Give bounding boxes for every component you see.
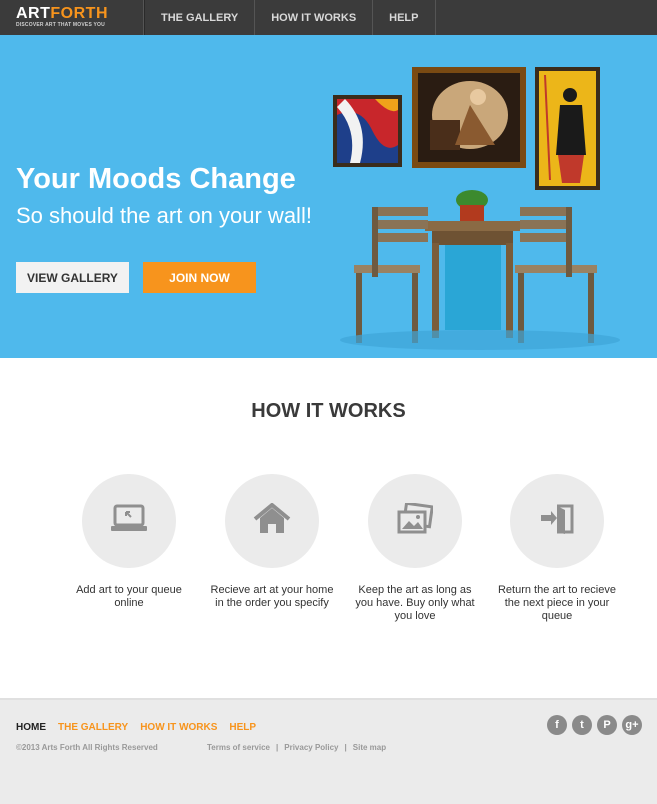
artwork-abstract-frame	[333, 95, 402, 167]
hero-banner: Your Moods Change So should the art on y…	[0, 35, 657, 358]
step-description: Return the art to recieve the next piece…	[497, 584, 616, 622]
artwork-figure-frame	[535, 67, 600, 190]
footer-link-home[interactable]: HOME	[16, 722, 46, 733]
home-icon	[253, 501, 291, 540]
plant-pot	[456, 190, 488, 221]
hero-scene-illustration	[333, 67, 620, 350]
nav-item-how-it-works[interactable]: HOW IT WORKS	[255, 0, 374, 35]
logo-tagline: DISCOVER ART THAT MOVES YOU	[16, 22, 105, 28]
footer-link-help[interactable]: HELP	[229, 722, 256, 733]
wooden-table	[425, 221, 520, 338]
hero-subtitle: So should the art on your wall!	[16, 203, 312, 228]
step-icon-circle	[368, 474, 462, 568]
google-plus-icon[interactable]: g+	[622, 715, 642, 735]
join-now-button[interactable]: JOIN NOW	[143, 262, 256, 293]
nav-item-help[interactable]: HELP	[373, 0, 436, 35]
footer-link-the-gallery[interactable]: THE GALLERY	[58, 722, 128, 733]
terms-of-service-link[interactable]: Terms of service	[207, 743, 270, 752]
pictures-icon	[397, 501, 434, 540]
step-icon-circle	[225, 474, 319, 568]
footer-navigation: HOME THE GALLERY HOW IT WORKS HELP	[16, 722, 256, 733]
copyright-text: ©2013 Arts Forth All Rights Reserved	[16, 743, 158, 752]
section-title-how-it-works: HOW IT WORKS	[251, 400, 406, 422]
twitter-icon[interactable]: t	[572, 715, 592, 735]
artwork-painting-frame	[412, 67, 526, 168]
nav-item-the-gallery[interactable]: THE GALLERY	[144, 0, 256, 35]
step-icon-circle	[510, 474, 604, 568]
top-navigation-bar: ARTFORTH DISCOVER ART THAT MOVES YOU THE…	[0, 0, 657, 35]
wooden-chair-left	[354, 207, 428, 343]
social-links: f t P g+	[547, 715, 642, 735]
hero-title: Your Moods Change	[16, 163, 296, 195]
brand-logo[interactable]: ARTFORTH DISCOVER ART THAT MOVES YOU	[0, 0, 144, 35]
legal-separator: |	[276, 743, 279, 752]
logo-wordmark: ARTFORTH	[16, 5, 108, 22]
step-keep-art: Keep the art as long as you have. Buy on…	[350, 474, 480, 623]
footer: HOME THE GALLERY HOW IT WORKS HELP ©2013…	[0, 698, 657, 804]
view-gallery-button[interactable]: VIEW GALLERY	[16, 262, 129, 293]
step-return-art: Return the art to recieve the next piece…	[492, 474, 622, 623]
step-add-to-queue: Add art to your queue online	[64, 474, 194, 610]
footer-link-how-it-works[interactable]: HOW IT WORKS	[140, 722, 217, 733]
pinterest-icon[interactable]: P	[597, 715, 617, 735]
legal-links: Terms of service | Privacy Policy | Site…	[207, 743, 386, 752]
step-description: Keep the art as long as you have. Buy on…	[355, 584, 475, 622]
step-description: Recieve art at your home in the order yo…	[210, 584, 334, 609]
privacy-policy-link[interactable]: Privacy Policy	[284, 743, 338, 752]
step-icon-circle	[82, 474, 176, 568]
return-door-icon	[537, 503, 577, 540]
step-description: Add art to your queue online	[76, 584, 182, 609]
legal-separator: |	[344, 743, 347, 752]
site-map-link[interactable]: Site map	[353, 743, 386, 752]
laptop-icon	[109, 504, 149, 539]
step-receive-art: Recieve art at your home in the order yo…	[207, 474, 337, 610]
wooden-chair-right	[515, 207, 597, 343]
facebook-icon[interactable]: f	[547, 715, 567, 735]
